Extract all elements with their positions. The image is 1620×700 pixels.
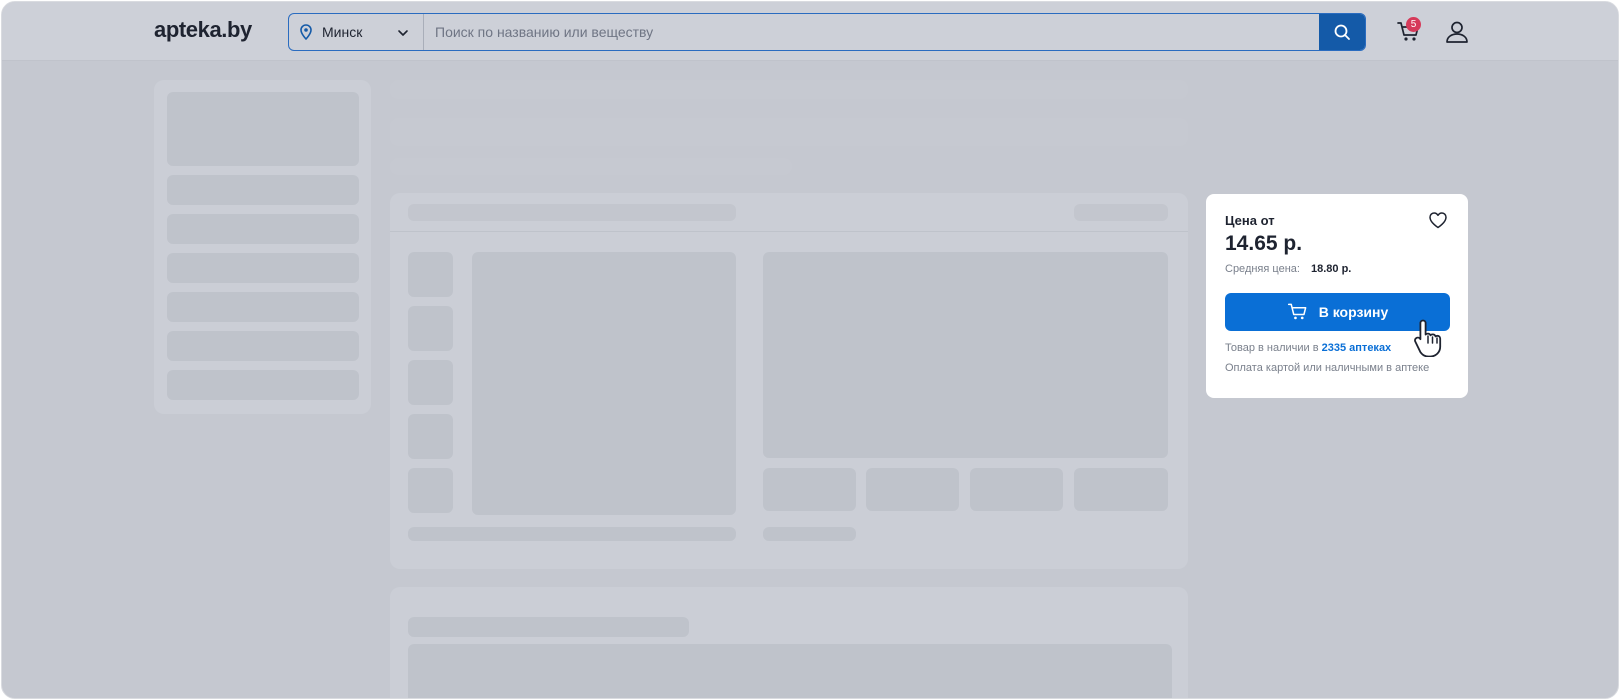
- skeleton-block: [408, 644, 1172, 698]
- site-logo[interactable]: apteka.by: [154, 17, 252, 43]
- thumbnail-skeleton: [408, 468, 453, 513]
- skeleton-block: [1074, 468, 1168, 511]
- city-selector[interactable]: Минск: [289, 14, 424, 50]
- page-frame: apteka.by Минск 5: [1, 1, 1619, 699]
- product-skeleton: [390, 193, 1188, 569]
- skeleton-block: [167, 370, 359, 400]
- cart-icon: [1287, 303, 1307, 320]
- price-card: Цена от 14.65 р. Средняя цена: 18.80 р. …: [1206, 194, 1468, 398]
- skeleton-block: [763, 527, 856, 541]
- skeleton-block: [763, 468, 856, 511]
- skeleton-block: [167, 92, 359, 166]
- skeleton-title: [390, 80, 1188, 99]
- skeleton-block: [970, 468, 1063, 511]
- skeleton-block: [167, 253, 359, 283]
- search-icon: [1334, 24, 1350, 40]
- favorite-heart-icon[interactable]: [1428, 211, 1448, 234]
- skeleton-block: [167, 292, 359, 322]
- profile-button[interactable]: [1444, 19, 1470, 45]
- thumbnail-skeleton: [408, 252, 453, 297]
- availability-prefix: Товар в наличии в: [1225, 342, 1319, 354]
- sidebar-skeleton: [154, 80, 371, 414]
- skeleton-block: [167, 331, 359, 361]
- skeleton-block: [167, 175, 359, 205]
- skeleton-block: [167, 214, 359, 244]
- chevron-down-icon: [397, 26, 409, 44]
- info-skeleton: [763, 252, 1168, 458]
- cart-count-badge: 5: [1406, 17, 1421, 32]
- skeleton-block: [408, 527, 736, 541]
- availability-text: Товар в наличии в 2335 аптеках: [1225, 342, 1391, 354]
- divider: [390, 231, 1188, 232]
- search-bar: Минск: [288, 13, 1366, 51]
- city-label: Минск: [322, 24, 363, 40]
- skeleton-block: [1074, 204, 1168, 221]
- pharmacies-link[interactable]: 2335 аптеках: [1322, 342, 1392, 354]
- site-header: apteka.by Минск 5: [2, 2, 1618, 61]
- skeleton-block: [408, 204, 736, 221]
- search-button[interactable]: [1319, 14, 1365, 50]
- price-value: 14.65 р.: [1225, 232, 1303, 255]
- thumbnail-skeleton: [408, 306, 453, 351]
- price-label: Цена от: [1225, 213, 1275, 228]
- thumbnail-skeleton: [408, 360, 453, 405]
- thumbnail-skeleton: [408, 414, 453, 459]
- skeleton-title: [390, 118, 1188, 146]
- skeleton-block: [408, 617, 689, 637]
- user-icon: [1446, 21, 1468, 43]
- location-pin-icon: [300, 24, 312, 45]
- add-to-cart-label: В корзину: [1318, 304, 1389, 320]
- skeleton-subtitle: [390, 158, 792, 175]
- payment-note: Оплата картой или наличными в аптеке: [1225, 362, 1430, 374]
- average-price-label: Средняя цена:: [1225, 263, 1300, 275]
- search-input[interactable]: [425, 14, 1320, 50]
- image-skeleton: [472, 252, 736, 515]
- average-price-value: 18.80 р.: [1311, 263, 1352, 275]
- skeleton-block: [866, 468, 959, 511]
- hand-pointer-cursor-icon: [1412, 317, 1446, 362]
- description-skeleton: [390, 587, 1188, 698]
